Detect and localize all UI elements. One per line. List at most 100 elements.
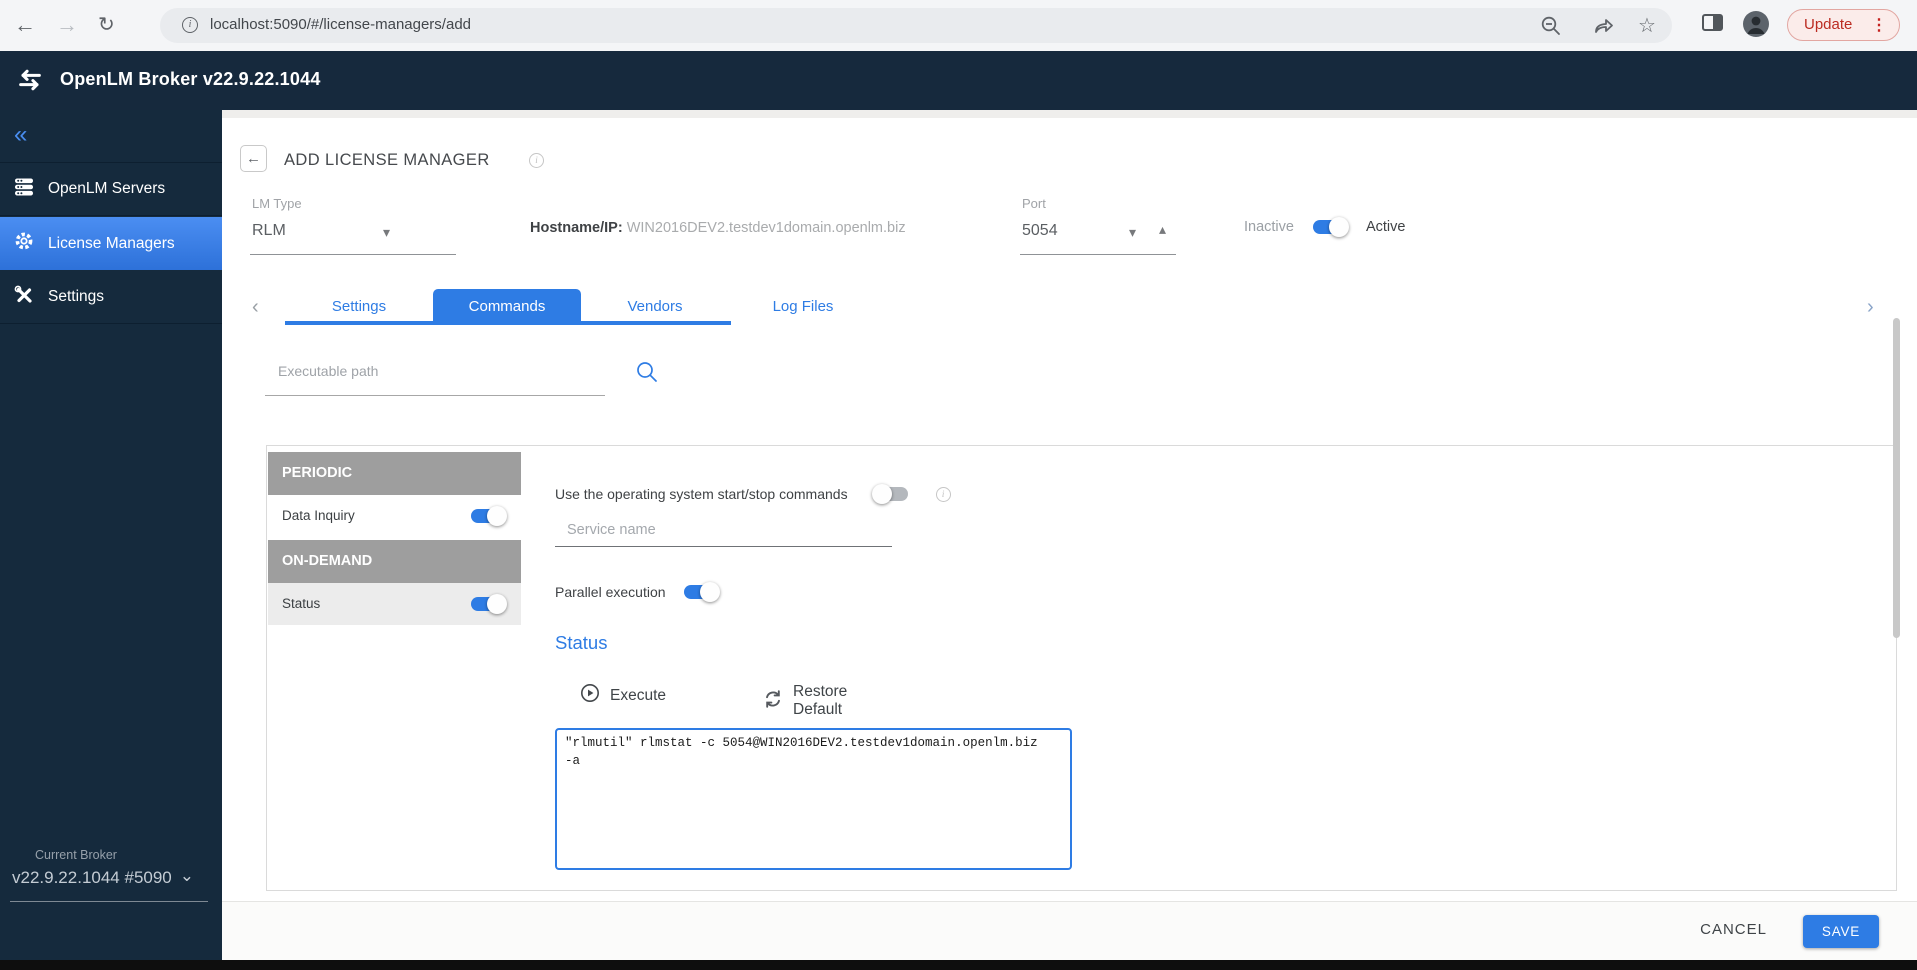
command-row-label: Data Inquiry xyxy=(282,508,355,523)
site-info-icon[interactable]: i xyxy=(182,17,198,33)
dropdown-caret-icon[interactable]: ▾ xyxy=(383,224,390,241)
sidebar-collapse-row: « xyxy=(0,110,222,163)
browser-refresh-icon[interactable]: ↻ xyxy=(98,12,115,38)
browser-forward-icon[interactable]: → xyxy=(56,12,78,38)
profile-avatar[interactable] xyxy=(1742,10,1770,38)
command-row-status[interactable]: Status xyxy=(268,583,521,625)
vertical-scrollbar[interactable] xyxy=(1893,318,1900,638)
port-value: 5054 xyxy=(1022,222,1058,240)
tab-indicator xyxy=(285,321,731,325)
lm-type-value: RLM xyxy=(252,222,286,240)
port-label: Port xyxy=(1022,196,1046,211)
parallel-execution-label: Parallel execution xyxy=(555,584,666,600)
lm-type-field[interactable]: LM Type RLM ▾ xyxy=(250,196,456,255)
toggle-knob xyxy=(872,484,892,504)
parallel-execution-row: Parallel execution xyxy=(555,582,720,602)
command-row-label: Status xyxy=(282,596,320,611)
sidebar-collapse-icon[interactable]: « xyxy=(14,121,27,149)
page-title: ADD LICENSE MANAGER xyxy=(284,151,490,170)
chevron-down-icon: ⌄ xyxy=(180,866,194,886)
os-commands-info-icon[interactable]: i xyxy=(936,487,951,502)
parallel-execution-toggle[interactable] xyxy=(682,582,720,602)
sidebar-item-label: OpenLM Servers xyxy=(48,180,165,198)
servers-icon xyxy=(13,176,35,203)
hostname-row: Hostname/IP: WIN2016DEV2.testdev1domain.… xyxy=(530,220,906,236)
footer-action-bar: CANCEL SAVE xyxy=(222,901,1917,960)
data-inquiry-toggle[interactable] xyxy=(469,506,507,526)
browser-back-icon[interactable]: ← xyxy=(14,12,36,38)
command-textarea[interactable]: "rlmutil" rlmstat -c 5054@WIN2016DEV2.te… xyxy=(555,728,1072,870)
port-decrement-icon[interactable]: ▾ xyxy=(1129,224,1136,241)
tab-settings[interactable]: Settings xyxy=(285,289,433,325)
toggle-knob xyxy=(487,506,507,526)
page-back-button[interactable]: ← xyxy=(240,145,267,172)
active-state-toggle[interactable] xyxy=(1311,217,1349,237)
sidebar-item-settings[interactable]: Settings xyxy=(0,271,222,324)
status-command-toggle[interactable] xyxy=(469,594,507,614)
app-title: OpenLM Broker v22.9.22.1044 xyxy=(60,69,321,90)
inactive-label: Inactive xyxy=(1244,219,1294,235)
service-name-input[interactable] xyxy=(567,522,877,538)
broker-underline xyxy=(10,901,208,902)
zoom-out-icon[interactable] xyxy=(1540,15,1562,37)
os-commands-row: Use the operating system start/stop comm… xyxy=(555,484,951,504)
executable-path-input[interactable] xyxy=(278,363,588,379)
tab-log-files[interactable]: Log Files xyxy=(729,289,877,325)
play-circle-icon xyxy=(580,683,600,708)
bookmark-star-icon[interactable]: ☆ xyxy=(1638,15,1660,37)
tab-scroll-right-icon[interactable]: › xyxy=(1867,296,1874,319)
active-label: Active xyxy=(1366,219,1406,235)
restore-default-label: Restore Default xyxy=(793,683,847,719)
openlm-logo-icon xyxy=(16,68,44,97)
side-panel-icon[interactable] xyxy=(1702,14,1723,31)
current-broker-label: Current Broker xyxy=(35,848,117,862)
search-icon[interactable] xyxy=(635,360,659,389)
state-toggle-row: Inactive Active xyxy=(1244,217,1405,237)
os-commands-label: Use the operating system start/stop comm… xyxy=(555,486,848,502)
title-info-icon[interactable]: i xyxy=(529,153,544,168)
lm-type-label: LM Type xyxy=(252,196,302,211)
content-area: ← ADD LICENSE MANAGER i LM Type RLM ▾ Ho… xyxy=(222,110,1917,960)
command-list: PERIODIC Data Inquiry ON-DEMAND Status xyxy=(268,452,521,625)
executable-path-field xyxy=(265,355,605,396)
sidebar-item-label: Settings xyxy=(48,288,104,306)
toggle-knob xyxy=(700,582,720,602)
cancel-button[interactable]: CANCEL xyxy=(1700,921,1767,938)
sidebar: « OpenLM Servers License Managers Settin… xyxy=(0,110,222,960)
os-commands-toggle[interactable] xyxy=(872,484,910,504)
update-button[interactable]: Update ⋮ xyxy=(1787,9,1900,41)
toggle-knob xyxy=(1329,217,1349,237)
current-broker-value: v22.9.22.1044 #5090 xyxy=(12,868,172,888)
sidebar-item-openlm-servers[interactable]: OpenLM Servers xyxy=(0,163,222,216)
gear-icon xyxy=(13,230,35,257)
port-increment-icon[interactable]: ▴ xyxy=(1159,221,1166,238)
browser-toolbar: ← → ↻ i localhost:5090/#/license-manager… xyxy=(0,0,1917,51)
sidebar-item-license-managers[interactable]: License Managers xyxy=(0,217,222,270)
share-icon[interactable] xyxy=(1592,15,1614,37)
hostname-value: WIN2016DEV2.testdev1domain.openlm.biz xyxy=(623,220,906,236)
refresh-sync-icon xyxy=(763,689,783,714)
command-row-data-inquiry[interactable]: Data Inquiry xyxy=(268,495,521,537)
tab-scroll-left-icon[interactable]: ‹ xyxy=(252,296,259,319)
tools-icon xyxy=(13,284,35,311)
browser-menu-icon[interactable]: ⋮ xyxy=(1871,15,1887,35)
port-field[interactable]: Port 5054 ▾ ▴ xyxy=(1020,196,1176,255)
main-card: ← ADD LICENSE MANAGER i LM Type RLM ▾ Ho… xyxy=(222,118,1917,901)
tab-vendors[interactable]: Vendors xyxy=(581,289,729,325)
screen: ← → ↻ i localhost:5090/#/license-manager… xyxy=(0,0,1917,970)
tab-bar: Settings Commands Vendors Log Files xyxy=(285,289,877,325)
address-bar[interactable]: i localhost:5090/#/license-managers/add … xyxy=(160,8,1672,43)
hostname-label: Hostname/IP: xyxy=(530,220,623,236)
status-section-title: Status xyxy=(555,632,607,654)
app-header: OpenLM Broker v22.9.22.1044 xyxy=(0,51,1917,110)
restore-default-button[interactable]: Restore Default xyxy=(763,683,847,719)
group-header-periodic: PERIODIC xyxy=(268,452,521,495)
commands-panel: PERIODIC Data Inquiry ON-DEMAND Status U… xyxy=(266,445,1897,891)
bottom-strip xyxy=(0,960,1917,970)
service-name-field xyxy=(555,518,892,547)
toggle-knob xyxy=(487,594,507,614)
execute-button[interactable]: Execute xyxy=(580,683,666,708)
save-button[interactable]: SAVE xyxy=(1803,915,1879,948)
tab-commands[interactable]: Commands xyxy=(433,289,581,325)
url-text[interactable]: localhost:5090/#/license-managers/add xyxy=(210,16,471,33)
